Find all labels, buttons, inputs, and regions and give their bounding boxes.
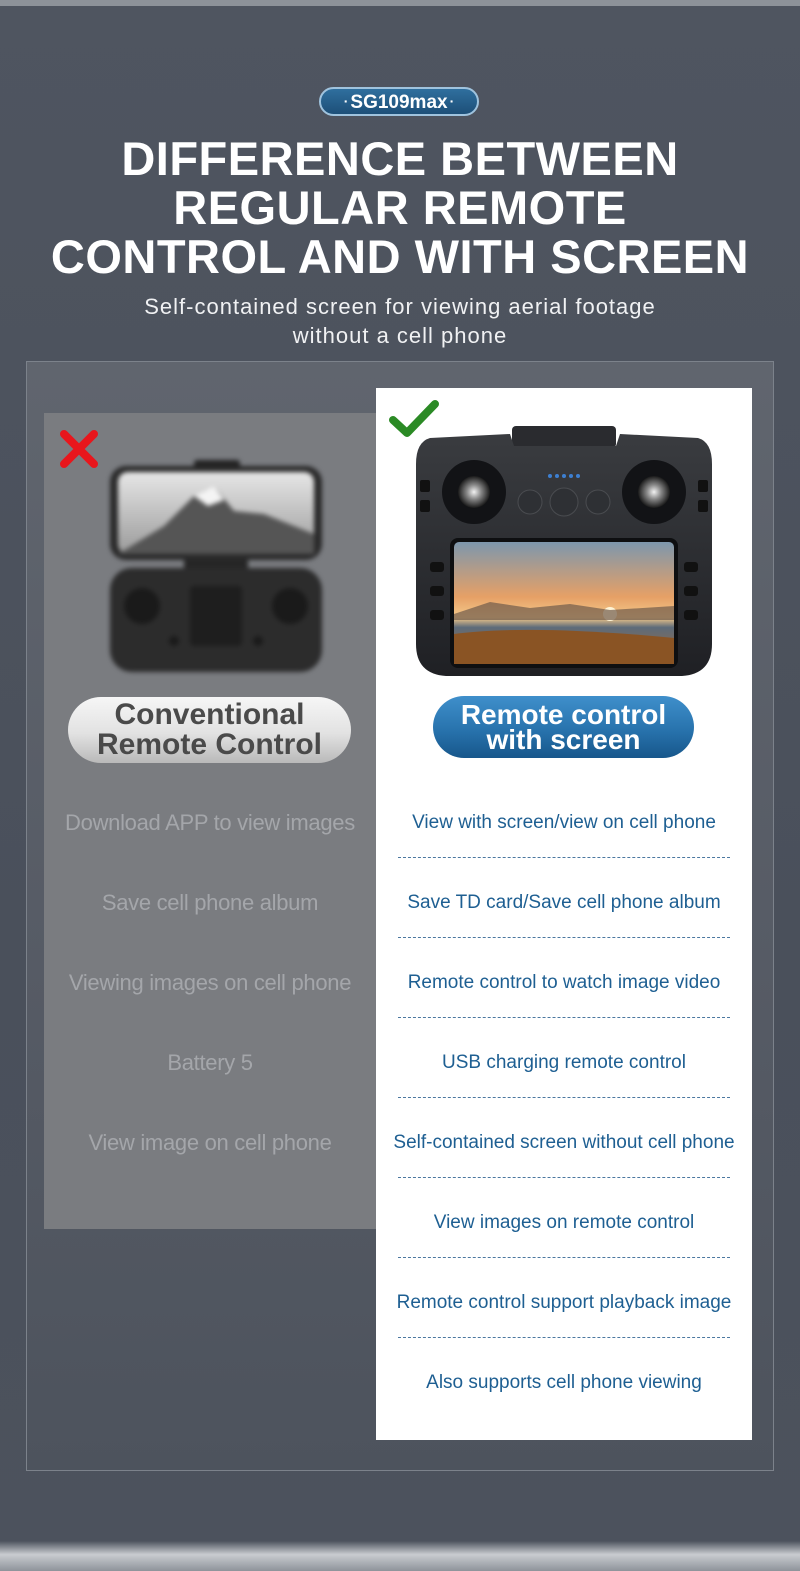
list-item: Remote control support playback image <box>376 1288 752 1368</box>
list-item: Download APP to view images <box>65 810 355 835</box>
conventional-feature-list: Download APP to view images Save cell ph… <box>44 808 376 1208</box>
page-title: DIFFERENCE BETWEEN REGULAR REMOTE CONTRO… <box>0 134 800 281</box>
conventional-remote-image <box>110 460 322 672</box>
top-strip <box>0 0 800 6</box>
list-item: View images on remote control <box>376 1208 752 1288</box>
x-mark-icon <box>60 430 98 468</box>
subtitle-line-2: without a cell phone <box>292 323 508 348</box>
screen-remote-label: Remote control with screen <box>433 696 694 758</box>
title-line-2: REGULAR REMOTE <box>173 181 627 234</box>
list-item: Save TD card/Save cell phone album <box>376 888 752 968</box>
screen-remote-feature-list: View with screen/view on cell phone Save… <box>376 808 752 1448</box>
title-line-1: DIFFERENCE BETWEEN <box>121 132 679 185</box>
title-line-3: CONTROL AND WITH SCREEN <box>50 230 750 283</box>
list-item: Battery 5 <box>167 1050 253 1075</box>
list-item: View image on cell phone <box>88 1130 332 1155</box>
page-subtitle: Self-contained screen for viewing aerial… <box>90 292 710 350</box>
model-badge-label: SG109max <box>350 92 448 113</box>
conventional-title-line-1: Conventional <box>114 698 305 731</box>
list-item: Remote control to watch image video <box>376 968 752 1048</box>
list-item: Viewing images on cell phone <box>68 970 352 995</box>
screen-title-line-2: with screen <box>486 724 641 755</box>
list-item: Self-contained screen without cell phone <box>376 1128 752 1208</box>
list-item: USB charging remote control <box>376 1048 752 1128</box>
list-item: Save cell phone album <box>101 890 319 915</box>
subtitle-line-1: Self-contained screen for viewing aerial… <box>144 294 656 319</box>
model-badge: · SG109max · <box>319 87 479 116</box>
conventional-remote-label: Conventional Remote Control <box>68 697 351 763</box>
bottom-strip <box>0 1541 800 1571</box>
screen-remote-image <box>416 426 712 676</box>
conventional-title-line-2: Remote Control <box>97 728 322 761</box>
list-item: View with screen/view on cell phone <box>376 808 752 888</box>
list-item: Also supports cell phone viewing <box>426 1372 702 1393</box>
